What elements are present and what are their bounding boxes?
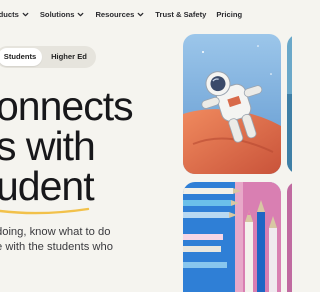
toggle-students[interactable]: Students <box>0 48 42 66</box>
hero-headline: onnects s with udent <box>0 83 178 209</box>
chevron-down-icon <box>78 12 84 17</box>
top-nav: roducts Solutions Resources Trust & Safe… <box>0 10 252 19</box>
subtext-line: e with the students who <box>0 241 113 253</box>
headline-underline <box>0 207 90 215</box>
nav-resources-label: Resources <box>95 10 135 19</box>
nav-solutions-label: Solutions <box>39 10 75 19</box>
nav-trust-safety[interactable]: Trust & Safety <box>155 10 206 19</box>
chevron-down-icon <box>22 12 29 17</box>
nav-resources[interactable]: Resources <box>95 10 145 19</box>
next-image-edge <box>287 34 292 174</box>
page: roducts Solutions Resources Trust & Safe… <box>0 0 292 292</box>
colored-pencils-photo <box>183 182 281 292</box>
nav-products-label: roducts <box>0 10 19 19</box>
headline-line: onnects <box>0 83 134 129</box>
nav-pricing[interactable]: Pricing <box>216 10 242 19</box>
subtext-line: doing, know what to do <box>0 226 111 238</box>
astronaut-illustration <box>183 34 281 174</box>
next-image-edge <box>287 182 292 292</box>
headline-line: udent <box>0 163 95 209</box>
nav-trust-safety-label: Trust & Safety <box>155 10 207 19</box>
toggle-higher-ed[interactable]: Higher Ed <box>44 48 94 66</box>
nav-solutions[interactable]: Solutions <box>40 10 86 19</box>
chevron-down-icon <box>137 12 144 17</box>
audience-toggle: Students Higher Ed <box>0 46 96 68</box>
hero-subtext: doing, know what to do e with the studen… <box>0 225 178 255</box>
nav-products[interactable]: roducts <box>0 10 30 19</box>
headline-line: s with <box>0 123 96 169</box>
nav-pricing-label: Pricing <box>216 10 243 19</box>
